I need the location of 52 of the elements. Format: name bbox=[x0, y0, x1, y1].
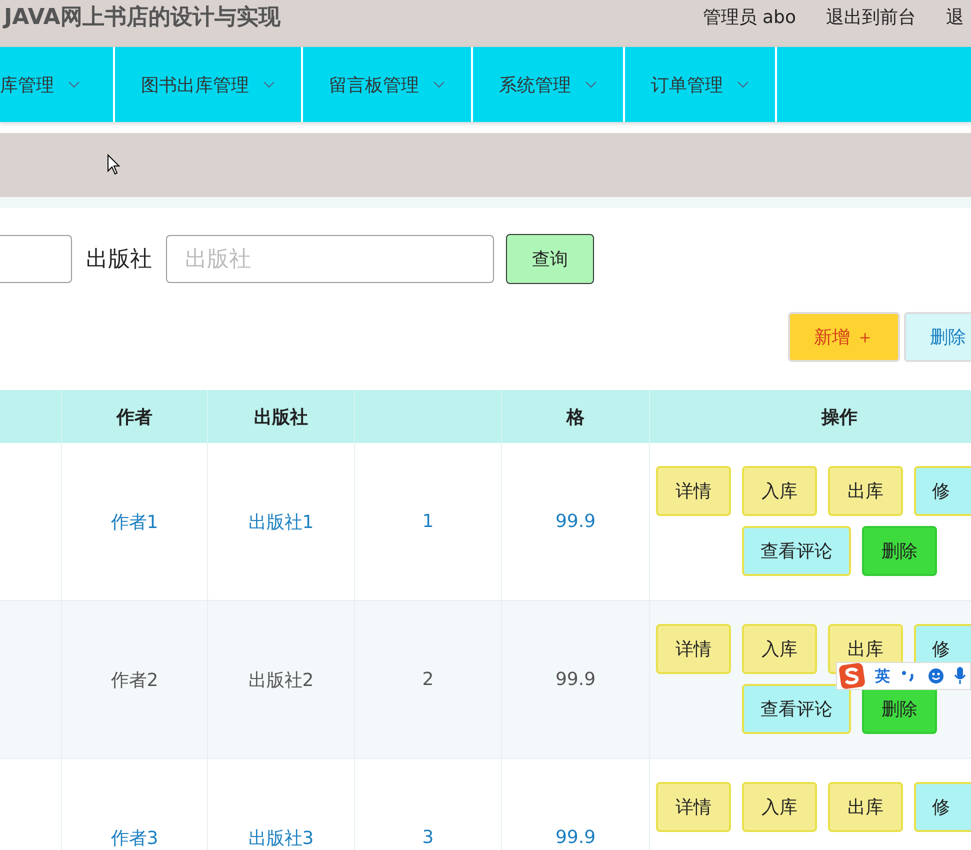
publisher-label: 出版社 bbox=[86, 246, 152, 274]
action-button[interactable]: 入库 bbox=[742, 466, 817, 516]
nav-menu-item[interactable]: 留言板管理 bbox=[303, 47, 473, 122]
action-button[interactable]: 出库 bbox=[828, 466, 903, 516]
ime-logo-icon[interactable] bbox=[839, 663, 865, 689]
action-button[interactable]: 查看评论 bbox=[742, 684, 851, 734]
nav-menu-item[interactable]: 图书出库管理 bbox=[115, 47, 303, 122]
table-cell: 99.9 bbox=[555, 827, 596, 848]
chevron-down-icon bbox=[433, 80, 445, 88]
header-link[interactable]: 管理员 abo bbox=[702, 4, 796, 28]
table-cell-text: 出版社2 bbox=[248, 668, 314, 692]
column-header: 出版社 bbox=[208, 390, 355, 443]
action-button[interactable]: 详情 bbox=[656, 782, 731, 832]
action-button[interactable]: 入库 bbox=[742, 782, 817, 832]
chevron-down-icon bbox=[263, 80, 275, 88]
search-button[interactable]: 查询 bbox=[506, 234, 594, 284]
site-title: JAVA网上书店的设计与实现 bbox=[2, 4, 280, 32]
action-button[interactable]: 查看评论 bbox=[742, 526, 851, 576]
table-cell-text: 作者2 bbox=[110, 668, 158, 692]
table-cell-text: 作者3 bbox=[110, 826, 158, 850]
toolbar-button[interactable]: 删除 bbox=[904, 312, 971, 362]
column-header: 操作 bbox=[650, 390, 971, 443]
mouse-cursor-icon bbox=[107, 154, 121, 176]
table-cell: 99.9 bbox=[555, 669, 596, 690]
nav-menu-item[interactable]: 系统管理 bbox=[473, 47, 625, 122]
nav-menu-item[interactable]: 订单管理 bbox=[625, 47, 777, 122]
column-header: 格 bbox=[502, 390, 650, 443]
table-cell: 2 bbox=[422, 669, 434, 690]
publisher-field[interactable]: 出版社 bbox=[166, 235, 494, 283]
action-button[interactable]: 详情 bbox=[656, 466, 731, 516]
chevron-down-icon bbox=[68, 80, 80, 88]
chevron-down-icon bbox=[585, 80, 597, 88]
table-cell-text: 出版社3 bbox=[248, 826, 314, 850]
header-link[interactable]: 退出到前台 bbox=[826, 4, 916, 28]
microphone-icon[interactable] bbox=[954, 667, 966, 685]
action-button[interactable]: 修 bbox=[914, 466, 971, 516]
nav-menu-item[interactable]: 库管理 bbox=[0, 47, 115, 122]
action-button[interactable]: 入库 bbox=[742, 624, 817, 674]
action-button[interactable]: 修 bbox=[914, 782, 971, 832]
table-cell: 1 bbox=[422, 511, 434, 532]
action-button[interactable]: 删除 bbox=[862, 526, 937, 576]
table-cell: 99.9 bbox=[555, 511, 596, 532]
table-cell-text: 出版社1 bbox=[248, 510, 314, 534]
header-link[interactable]: 退 bbox=[946, 4, 971, 28]
action-button[interactable]: 出库 bbox=[828, 782, 903, 832]
table-cell-text: 作者1 bbox=[110, 510, 158, 534]
input-field[interactable] bbox=[0, 235, 72, 283]
table-cell: 3 bbox=[422, 827, 434, 848]
column-header: 作者 bbox=[62, 390, 208, 443]
action-button[interactable]: 详情 bbox=[656, 624, 731, 674]
emoji-icon[interactable] bbox=[928, 668, 944, 684]
chevron-down-icon bbox=[737, 80, 749, 88]
